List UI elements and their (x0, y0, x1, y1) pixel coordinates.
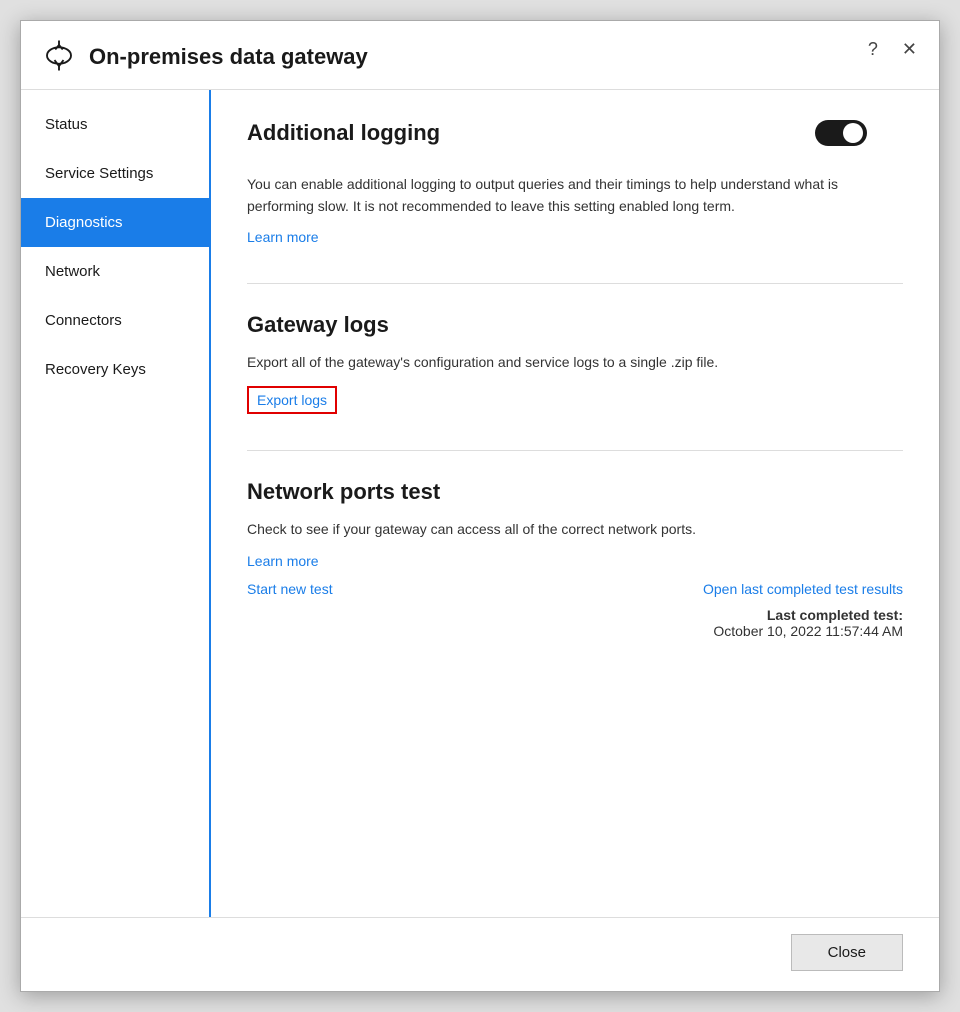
last-completed-date: October 10, 2022 11:57:44 AM (713, 623, 903, 639)
export-logs-link[interactable]: Export logs (247, 386, 337, 414)
network-ports-desc: Check to see if your gateway can access … (247, 519, 903, 541)
help-button[interactable]: ? (862, 37, 884, 62)
network-ports-learn-more[interactable]: Learn more (247, 553, 319, 569)
sidebar-item-service-settings[interactable]: Service Settings (21, 149, 209, 198)
toggle-container (815, 120, 867, 151)
last-test-info: Last completed test: October 10, 2022 11… (247, 607, 903, 639)
content-area: Status Service Settings Diagnostics Netw… (21, 90, 939, 917)
open-last-results-link[interactable]: Open last completed test results (703, 581, 903, 597)
gateway-icon (41, 39, 77, 75)
additional-logging-section: Additional logging You can enable additi… (247, 120, 903, 247)
additional-logging-header: Additional logging (247, 120, 903, 160)
additional-logging-desc: You can enable additional logging to out… (247, 174, 903, 217)
gateway-logs-section: Gateway logs Export all of the gateway's… (247, 312, 903, 414)
gateway-logs-title: Gateway logs (247, 312, 903, 338)
divider-1 (247, 283, 903, 284)
close-button[interactable]: Close (791, 934, 903, 971)
sidebar-item-status[interactable]: Status (21, 100, 209, 149)
gateway-logs-desc: Export all of the gateway's configuratio… (247, 352, 903, 374)
app-window: On-premises data gateway ? ✕ Status Serv… (20, 20, 940, 992)
network-ports-test-section: Network ports test Check to see if your … (247, 479, 903, 639)
footer: Close (21, 917, 939, 991)
window-close-button[interactable]: ✕ (896, 37, 923, 62)
test-links-row: Start new test Open last completed test … (247, 581, 903, 597)
sidebar-item-network[interactable]: Network (21, 247, 209, 296)
window-controls: ? ✕ (862, 37, 923, 62)
sidebar: Status Service Settings Diagnostics Netw… (21, 90, 211, 917)
additional-logging-learn-more[interactable]: Learn more (247, 229, 319, 245)
divider-2 (247, 450, 903, 451)
last-completed-label: Last completed test: (767, 607, 903, 623)
main-content: Additional logging You can enable additi… (211, 90, 939, 917)
sidebar-item-diagnostics[interactable]: Diagnostics (21, 198, 209, 247)
title-bar: On-premises data gateway ? ✕ (21, 21, 939, 90)
start-new-test-link[interactable]: Start new test (247, 581, 333, 597)
sidebar-item-recovery-keys[interactable]: Recovery Keys (21, 345, 209, 394)
sidebar-item-connectors[interactable]: Connectors (21, 296, 209, 345)
additional-logging-toggle[interactable] (815, 120, 867, 146)
app-title: On-premises data gateway (89, 44, 368, 70)
additional-logging-title: Additional logging (247, 120, 440, 146)
network-ports-title: Network ports test (247, 479, 903, 505)
